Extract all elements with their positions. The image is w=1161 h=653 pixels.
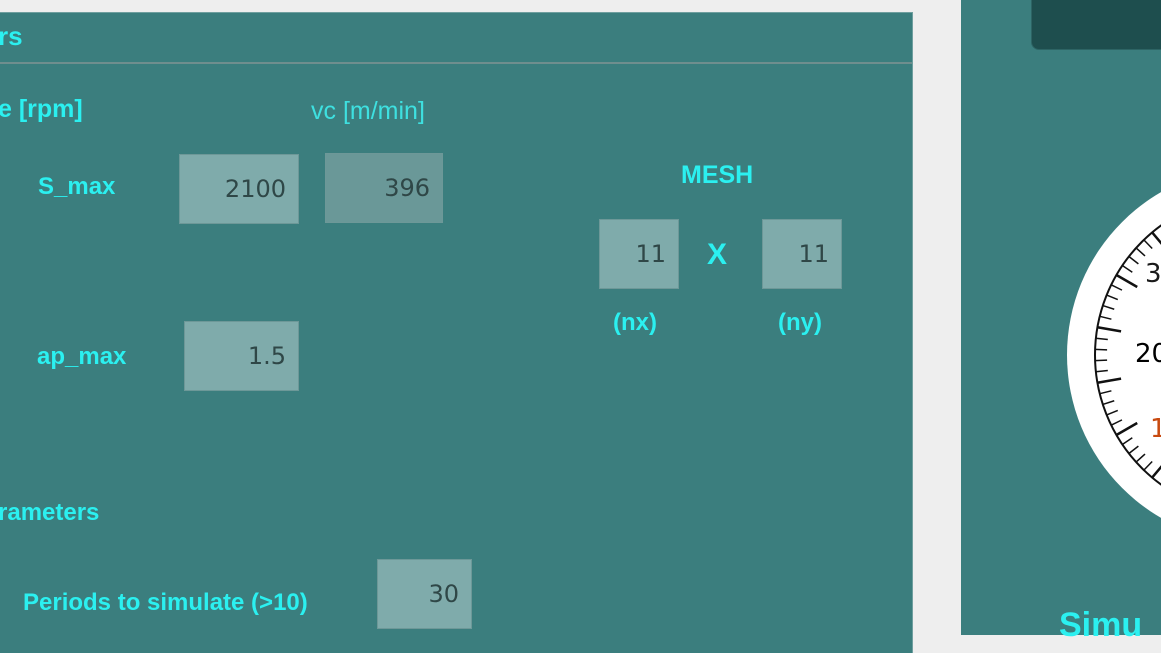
mesh-nx-label: (nx) xyxy=(613,309,657,337)
mesh-times-symbol: X xyxy=(707,238,727,272)
mesh-nx-input[interactable] xyxy=(599,219,679,289)
s-max-label: S_max xyxy=(38,173,115,201)
top-action-button[interactable] xyxy=(1031,0,1161,50)
mesh-title: MESH xyxy=(681,161,753,190)
gauge-tick-label: 3 xyxy=(1145,259,1161,289)
vc-column-header: vc [m/min] xyxy=(311,97,425,126)
periods-label: Periods to simulate (>10) xyxy=(23,589,308,617)
gauge-tick-label: 20 xyxy=(1135,339,1161,369)
panel-header: rs xyxy=(0,13,912,64)
mesh-ny-input[interactable] xyxy=(762,219,842,289)
mesh-ny-label: (ny) xyxy=(778,309,822,337)
simulation-title: Simu xyxy=(1059,606,1142,645)
panel-title: rs xyxy=(0,21,23,52)
ap-max-label: ap_max xyxy=(37,343,126,371)
simulation-params-section-title: rameters xyxy=(0,499,99,527)
periods-input[interactable] xyxy=(377,559,472,629)
ap-max-input[interactable] xyxy=(184,321,299,391)
parameters-panel: rs e [rpm] vc [m/min] S_max ap_max MESH … xyxy=(0,12,913,653)
vc-input[interactable] xyxy=(325,153,443,223)
gauge-tick-label: 1 xyxy=(1150,414,1161,444)
s-max-input[interactable] xyxy=(179,154,299,224)
spindle-gauge: 3 20 1 xyxy=(1065,165,1161,545)
speed-column-header: e [rpm] xyxy=(0,95,83,124)
